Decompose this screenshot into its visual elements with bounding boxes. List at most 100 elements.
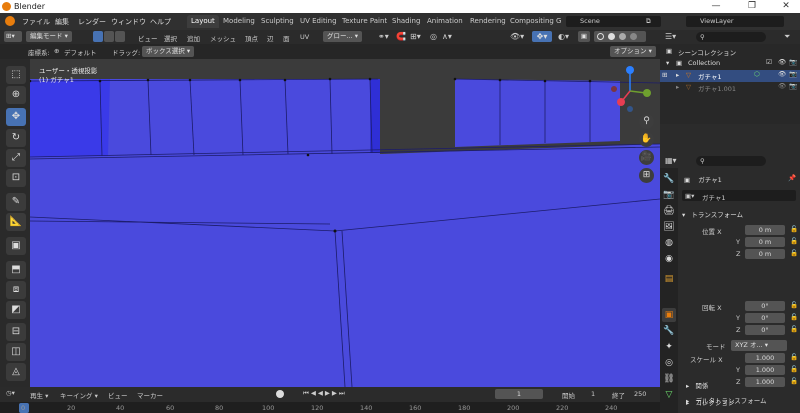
playback-controls-icon[interactable]: ⏮◀◀▶▶⏭ [303, 389, 347, 398]
collection-tab-icon[interactable]: ▤ [662, 272, 676, 286]
lock-icon[interactable]: 🔓 [790, 237, 798, 245]
header-menu-select[interactable]: 選択 [164, 33, 177, 43]
outliner-item[interactable]: ▸ ▽ ガチャ1.001 👁 📷 [660, 82, 800, 94]
face-select-icon[interactable] [115, 31, 125, 42]
blender-menu-icon[interactable] [5, 16, 15, 26]
output-tab-icon[interactable]: 🖨 [662, 204, 676, 218]
rotation-z-field[interactable]: 0° [745, 325, 785, 335]
mesh-name-field[interactable]: ▣▾ ガチャ1 [682, 190, 796, 202]
rotation-mode-select[interactable]: XYZ オ... ▾ [731, 340, 787, 351]
header-menu-vertex[interactable]: 頂点 [245, 33, 258, 43]
tab-uv-editing[interactable]: UV Editing [296, 15, 341, 28]
falloff-icon[interactable]: ∧▾ [442, 32, 452, 41]
particles-tab-icon[interactable]: ✦ [662, 340, 676, 354]
minimize-button[interactable]: — [704, 0, 728, 13]
header-menu-add[interactable]: 追加 [187, 33, 200, 43]
lock-icon[interactable]: 🔓 [790, 377, 798, 385]
outliner-editor-icon[interactable]: ☰▾ [665, 32, 676, 41]
knife-tool-icon[interactable]: ◫ [6, 343, 26, 361]
expand-arrow-icon[interactable]: ▸ [676, 83, 679, 91]
camera-render-icon[interactable]: 📷 [789, 70, 797, 78]
scene-selector[interactable]: Scene ⧉ [566, 16, 661, 27]
outliner-collection[interactable]: ▾ ▣ Collection ☑ 👁 📷 [660, 58, 800, 70]
tool-tab-icon[interactable]: 🔧 [662, 172, 676, 186]
menu-help[interactable]: ヘルプ [150, 17, 171, 27]
view-layer-tab-icon[interactable]: 🖼 [662, 220, 676, 234]
pivot-icon[interactable]: ⚭▾ [378, 32, 389, 41]
edge-select-icon[interactable] [104, 31, 114, 42]
solid-shading-icon[interactable] [608, 33, 615, 40]
editor-type-button[interactable]: ⊞▾ [4, 31, 22, 42]
lock-icon[interactable]: 🔓 [790, 313, 798, 321]
physics-tab-icon[interactable]: ◎ [662, 356, 676, 370]
perspective-toggle-icon[interactable]: ⊞ [639, 168, 654, 183]
modifier-tab-icon[interactable]: 🔧 [662, 324, 676, 338]
scale-y-field[interactable]: 1.000 [745, 365, 785, 375]
outliner-search-input[interactable]: ⚲ [696, 32, 766, 42]
proportional-edit-icon[interactable]: ◎ [430, 32, 437, 41]
bevel-tool-icon[interactable]: ◩ [6, 301, 26, 319]
measure-tool-icon[interactable]: 📐 [6, 213, 26, 231]
3d-viewport[interactable]: ユーザー・透視投影 (1) ガチャ1 ⚲ ✋ 🎥 ⊞ [30, 59, 660, 387]
gizmo-toggle-icon[interactable]: ✥▾ [532, 31, 552, 42]
scene-tab-icon[interactable]: ◍ [662, 236, 676, 250]
poly-build-tool-icon[interactable]: ◬ [6, 363, 26, 381]
camera-render-icon[interactable]: 📷 [789, 58, 797, 66]
select-box-icon[interactable]: ⬚ [6, 66, 26, 84]
object-tab-icon[interactable]: ▣ [662, 308, 676, 322]
timeline-editor-icon[interactable]: ◷▾ [6, 389, 15, 397]
maximize-button[interactable]: ❐ [740, 0, 764, 13]
tab-compositing[interactable]: Compositing [506, 15, 558, 28]
add-cube-tool-icon[interactable]: ▣ [6, 237, 26, 255]
scale-x-field[interactable]: 1.000 [745, 353, 785, 363]
checkbox-icon[interactable]: ☑ [766, 58, 772, 66]
options-button[interactable]: オプション ▾ [610, 46, 656, 57]
scale-tool-icon[interactable]: ⤢ [6, 149, 26, 167]
xray-toggle-icon[interactable]: ▣ [578, 31, 590, 42]
collections-panel[interactable]: ▸ コレクション [686, 397, 734, 408]
location-z-field[interactable]: 0 m [745, 249, 785, 259]
orientation-select[interactable]: グロー... ▾ [323, 31, 363, 42]
start-value[interactable]: 1 [591, 390, 595, 398]
record-icon[interactable] [276, 390, 284, 398]
current-frame-field[interactable]: 1 [495, 389, 543, 399]
loop-cut-tool-icon[interactable]: ⊟ [6, 323, 26, 341]
material-shading-icon[interactable] [619, 33, 626, 40]
edit-mode-icon[interactable]: ⊞ [662, 71, 667, 79]
view-object-types-icon[interactable]: 👁▾ [510, 32, 524, 41]
visibility-eye-icon[interactable]: 👁 [778, 70, 786, 78]
tab-sculpting[interactable]: Sculpting [257, 15, 298, 28]
annotate-tool-icon[interactable]: ✎ [6, 193, 26, 211]
navigation-gizmo[interactable] [608, 65, 656, 117]
timeline-menu-playback[interactable]: 再生 ▾ [30, 390, 48, 400]
header-menu-uv[interactable]: UV [300, 33, 309, 41]
camera-view-icon[interactable]: 🎥 [639, 150, 654, 165]
rotate-tool-icon[interactable]: ↻ [6, 129, 26, 147]
timeline-menu-view[interactable]: ビュー [108, 390, 128, 400]
outliner-scene-collection[interactable]: ▣ シーンコレクション [660, 46, 800, 58]
frame-ruler[interactable]: 0 20 40 60 80 100 120 140 160 180 200 22… [0, 402, 660, 413]
tab-layout[interactable]: Layout [187, 15, 219, 28]
menu-window[interactable]: ウィンドウ [111, 17, 146, 27]
end-value[interactable]: 250 [634, 390, 646, 398]
transform-tool-icon[interactable]: ⊡ [6, 169, 26, 187]
data-tab-icon[interactable]: ▽ [662, 388, 676, 402]
timeline-menu-marker[interactable]: マーカー [137, 390, 163, 400]
tab-texture-paint[interactable]: Texture Paint [338, 15, 391, 28]
wireframe-shading-icon[interactable] [597, 33, 604, 40]
expand-arrow-icon[interactable]: ▸ [676, 71, 679, 79]
render-tab-icon[interactable]: 📷 [662, 188, 676, 202]
visibility-eye-icon[interactable]: 👁 [778, 82, 786, 90]
vertex-select-icon[interactable] [93, 31, 103, 42]
properties-search-input[interactable]: ⚲ [696, 156, 766, 166]
mode-select[interactable]: 編集モード ▾ [26, 31, 72, 42]
expand-arrow-icon[interactable]: ▾ [666, 59, 669, 67]
menu-file[interactable]: ファイル [22, 17, 50, 27]
timeline-menu-keying[interactable]: キーイング ▾ [60, 390, 98, 400]
header-menu-view[interactable]: ビュー [138, 33, 158, 43]
close-button[interactable]: ✕ [774, 0, 798, 13]
rotation-y-field[interactable]: 0° [745, 313, 785, 323]
zoom-icon[interactable]: ⚲ [639, 114, 654, 129]
tab-shading[interactable]: Shading [388, 15, 424, 28]
header-menu-edge[interactable]: 辺 [267, 33, 274, 43]
